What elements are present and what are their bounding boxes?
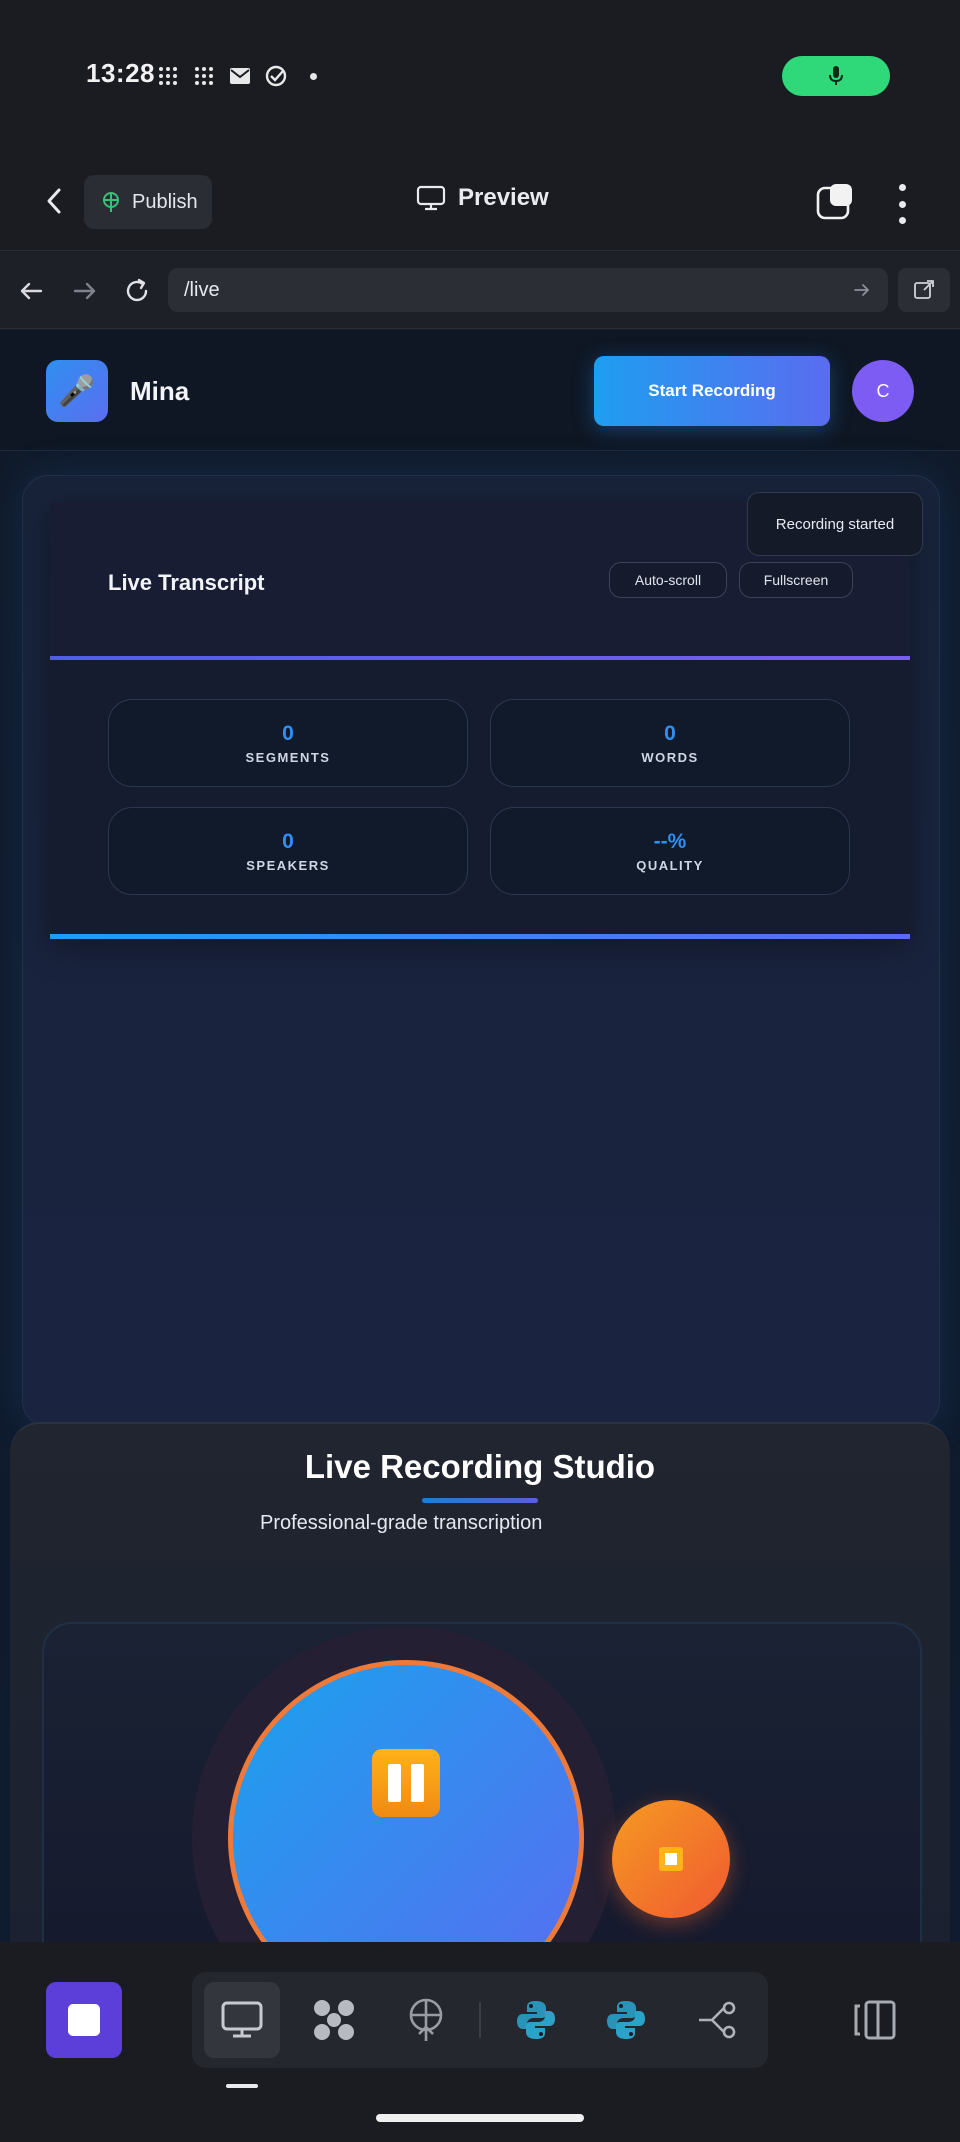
panel-icon[interactable] <box>852 1996 900 2044</box>
stop-icon <box>68 2004 100 2036</box>
preview-label: Preview <box>458 184 549 211</box>
notification-dot-icon <box>310 73 317 80</box>
toast-notification: Recording started <box>747 492 923 556</box>
stop-icon <box>659 1847 683 1871</box>
share-icon[interactable] <box>693 1996 743 2044</box>
fullscreen-button[interactable]: Fullscreen <box>739 562 853 598</box>
app-logo: 🎤 <box>46 360 108 422</box>
stat-value: 0 <box>282 829 294 853</box>
stat-label: WORDS <box>641 749 699 765</box>
divider <box>50 934 910 939</box>
start-recording-button[interactable]: Start Recording <box>594 356 830 426</box>
microphone-icon <box>829 66 843 85</box>
home-indicator[interactable] <box>376 2114 584 2122</box>
status-time: 13:28 <box>86 58 155 88</box>
url-text: /live <box>184 278 220 301</box>
check-circle-icon <box>264 64 288 88</box>
tabs-icon[interactable] <box>816 182 854 220</box>
apps-grid-icon[interactable] <box>309 1996 359 2044</box>
python-icon[interactable] <box>601 1996 651 2044</box>
stat-label: QUALITY <box>636 857 704 873</box>
stat-label: SPEAKERS <box>246 857 330 873</box>
stat-value: 0 <box>664 721 676 745</box>
stat-label: SEGMENTS <box>245 749 331 765</box>
brand-name: Mina <box>130 376 190 406</box>
stop-button[interactable] <box>612 1800 730 1918</box>
active-indicator <box>226 2084 258 2088</box>
more-icon[interactable] <box>894 184 910 224</box>
back-arrow-icon[interactable] <box>16 276 46 306</box>
monitor-icon <box>416 185 446 211</box>
forward-arrow-icon[interactable] <box>70 276 100 306</box>
dots-grid-icon <box>192 64 216 88</box>
mail-icon <box>228 64 252 88</box>
monitor-icon[interactable] <box>217 1996 267 2044</box>
python-icon[interactable] <box>511 1996 561 2044</box>
divider <box>50 656 910 660</box>
studio-subtitle: Professional-grade transcription <box>260 1512 543 1534</box>
stat-value: 0 <box>282 721 294 745</box>
mic-active-indicator[interactable] <box>782 56 890 96</box>
title-underline <box>422 1498 538 1503</box>
publish-icon[interactable] <box>401 1996 451 2044</box>
stat-words: 0 WORDS <box>490 699 850 787</box>
go-arrow-icon[interactable] <box>852 280 872 300</box>
pause-icon <box>372 1749 440 1817</box>
publish-label: Publish <box>132 190 198 213</box>
auto-scroll-button[interactable]: Auto-scroll <box>609 562 727 598</box>
stat-quality: --% QUALITY <box>490 807 850 895</box>
user-avatar[interactable]: C <box>852 360 914 422</box>
transcript-title: Live Transcript <box>108 570 265 595</box>
studio-title: Live Recording Studio <box>304 1448 656 1485</box>
divider <box>479 2002 481 2038</box>
publish-button[interactable]: Publish <box>84 175 212 229</box>
url-field[interactable]: /live <box>168 268 888 312</box>
stat-speakers: 0 SPEAKERS <box>108 807 468 895</box>
reload-icon[interactable] <box>122 276 152 306</box>
stop-square-button[interactable] <box>46 1982 122 2058</box>
stat-segments: 0 SEGMENTS <box>108 699 468 787</box>
chevron-left-icon[interactable] <box>40 186 70 216</box>
stat-value: --% <box>653 829 687 853</box>
preview-toggle[interactable]: Preview <box>416 184 549 212</box>
publish-icon <box>103 192 119 212</box>
dots-grid-icon <box>156 64 180 88</box>
external-link-icon[interactable] <box>898 268 950 312</box>
